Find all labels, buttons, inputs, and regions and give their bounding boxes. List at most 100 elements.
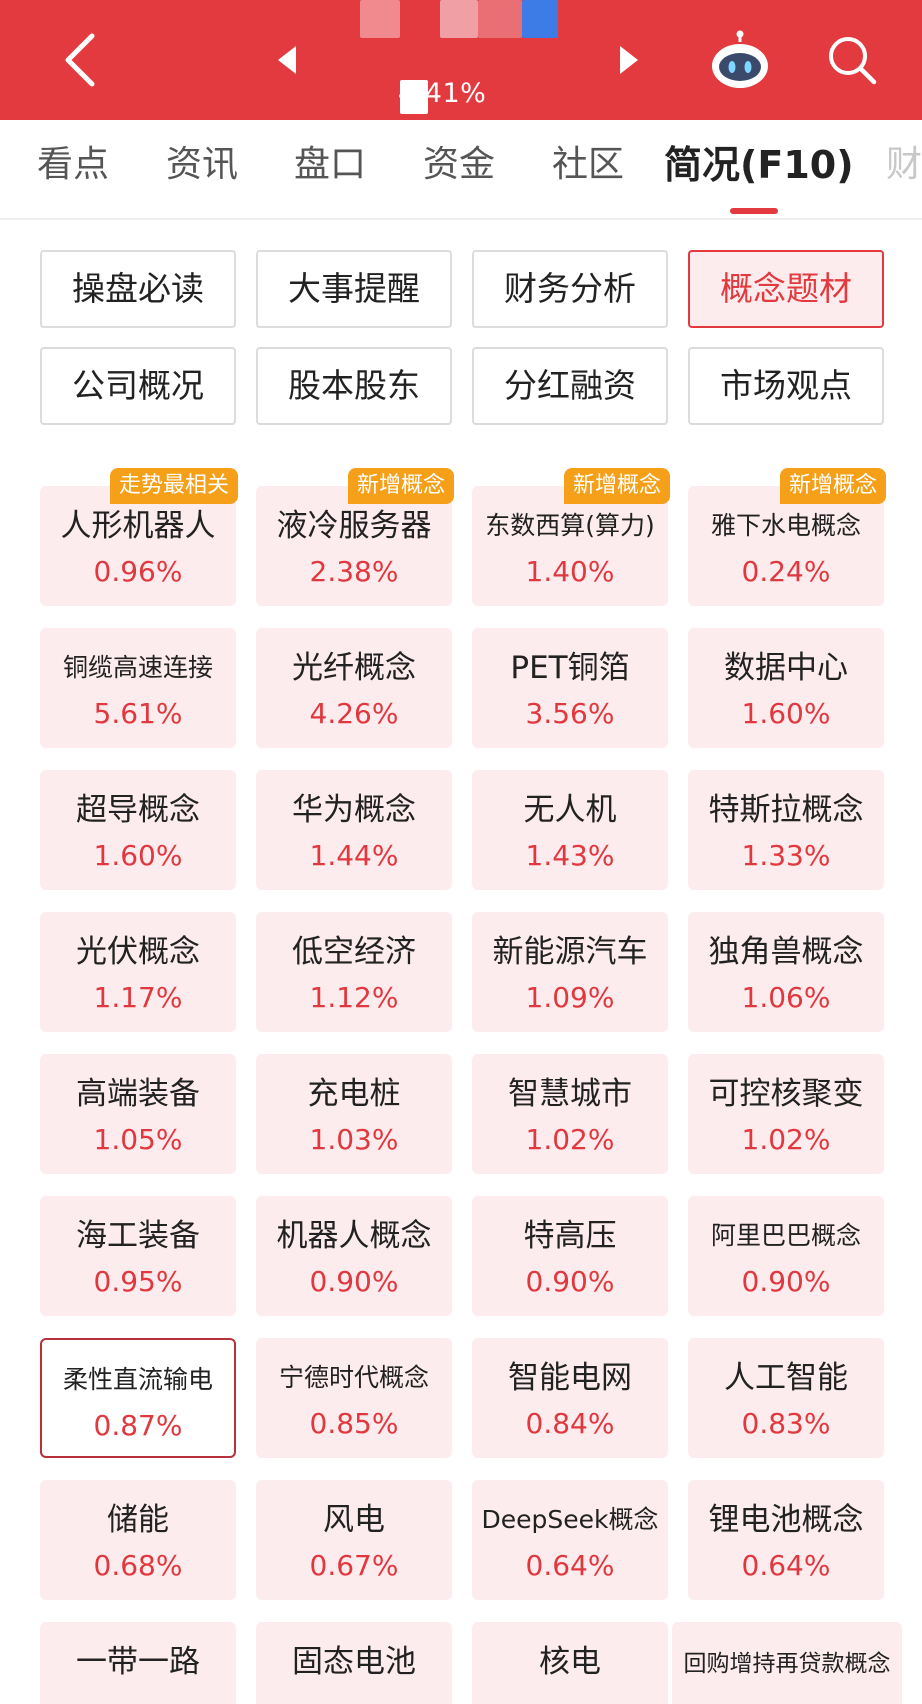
concept-change: 3.56% [525, 697, 615, 730]
concept-tile[interactable]: 新增概念 液冷服务器 2.38% [256, 468, 454, 606]
concept-change: 0.96% [93, 555, 183, 588]
concept-tile[interactable]: 新能源汽车 1.09% [472, 912, 668, 1032]
concept-name: 固态电池 [292, 1644, 416, 1680]
concept-tile[interactable]: 新增概念 雅下水电概念 0.24% [688, 468, 886, 606]
concept-tile[interactable]: 充电桩 1.03% [256, 1054, 452, 1174]
concept-tile[interactable]: 固态电池 [256, 1622, 452, 1704]
concept-name: 光伏概念 [76, 934, 200, 970]
subnav-concepts[interactable]: 概念题材 [688, 250, 884, 328]
subnav-financial-analysis[interactable]: 财务分析 [472, 250, 668, 328]
concept-tile-selected[interactable]: 柔性直流输电 0.87% [40, 1338, 236, 1458]
subnav-shareholders[interactable]: 股本股东 [256, 347, 452, 425]
concept-tile[interactable]: 阿里巴巴概念 0.90% [688, 1196, 884, 1316]
concept-name: 机器人概念 [276, 1218, 432, 1254]
concept-tile[interactable]: 智能电网 0.84% [472, 1338, 668, 1458]
concept-tile[interactable]: 储能 0.68% [40, 1480, 236, 1600]
concept-change: 1.05% [93, 1123, 183, 1156]
concept-tile[interactable]: PET铜箔 3.56% [472, 628, 668, 748]
subnav-must-read[interactable]: 操盘必读 [40, 250, 236, 328]
concept-name: 一带一路 [76, 1644, 200, 1680]
concept-badge: 新增概念 [347, 468, 454, 504]
concept-tile[interactable]: 高端装备 1.05% [40, 1054, 236, 1174]
concept-name: 液冷服务器 [276, 508, 432, 544]
tab-order-book[interactable]: 盘口 [294, 140, 366, 190]
concept-tile[interactable]: 新增概念 东数西算(算力) 1.40% [472, 468, 670, 606]
concept-name: 核电 [539, 1644, 601, 1680]
subnav-company-profile[interactable]: 公司概况 [40, 347, 236, 425]
concept-change: 0.90% [741, 1265, 831, 1298]
concept-tile[interactable]: 低空经济 1.12% [256, 912, 452, 1032]
prev-stock-icon[interactable] [270, 40, 306, 80]
tab-highlights[interactable]: 看点 [37, 140, 109, 190]
concept-name: 独角兽概念 [708, 934, 864, 970]
concept-tile[interactable]: 回购增持再贷款概念 [672, 1622, 902, 1704]
search-icon[interactable] [824, 32, 880, 88]
subnav-market-views[interactable]: 市场观点 [688, 347, 884, 425]
concept-tile[interactable]: 一带一路 [40, 1622, 236, 1704]
concept-name: 东数西算(算力) [485, 511, 655, 540]
concept-change: 1.03% [309, 1123, 399, 1156]
concept-tile[interactable]: 智慧城市 1.02% [472, 1054, 668, 1174]
concept-tile[interactable]: 铜缆高速连接 5.61% [40, 628, 236, 748]
tab-capital-flow[interactable]: 资金 [423, 140, 495, 190]
tab-finance-clipped[interactable]: 财 [886, 140, 922, 190]
robot-icon[interactable] [708, 28, 772, 92]
concept-change: 1.60% [741, 697, 831, 730]
tab-community[interactable]: 社区 [552, 140, 624, 190]
concept-name: 阿里巴巴概念 [710, 1221, 861, 1250]
concept-tile[interactable]: 华为概念 1.44% [256, 770, 452, 890]
concept-name: 智慧城市 [508, 1076, 632, 1112]
concept-tile[interactable]: 特斯拉概念 1.33% [688, 770, 884, 890]
concept-change: 0.85% [309, 1407, 399, 1440]
concept-change: 0.67% [309, 1549, 399, 1582]
concept-tile[interactable]: 数据中心 1.60% [688, 628, 884, 748]
concept-name: 华为概念 [292, 792, 416, 828]
concept-name: PET铜箔 [510, 650, 630, 686]
concept-name: 特高压 [523, 1218, 617, 1254]
concept-tile[interactable]: 机器人概念 0.90% [256, 1196, 452, 1316]
concept-tile[interactable]: 走势最相关 人形机器人 0.96% [40, 468, 238, 606]
concept-change: 1.40% [525, 555, 615, 588]
concept-change: 1.09% [525, 981, 615, 1014]
concept-name: 锂电池概念 [708, 1502, 864, 1538]
concept-tile[interactable]: 光伏概念 1.17% [40, 912, 236, 1032]
concept-name: 宁德时代概念 [278, 1363, 429, 1392]
concept-change: 0.90% [309, 1265, 399, 1298]
stock-f10-page: 4.41% 看点 资讯 盘口 资金 社区 简况(F10) 财 操盘必读 大事提醒… [0, 0, 922, 1704]
concept-tile[interactable]: 人工智能 0.83% [688, 1338, 884, 1458]
main-tabs: 看点 资讯 盘口 资金 社区 简况(F10) 财 [0, 120, 922, 220]
concept-change: 0.64% [741, 1549, 831, 1582]
concept-tile[interactable]: 锂电池概念 0.64% [688, 1480, 884, 1600]
concept-tile[interactable]: 超导概念 1.60% [40, 770, 236, 890]
concept-tile[interactable]: 风电 0.67% [256, 1480, 452, 1600]
concept-tile[interactable]: 核电 [472, 1622, 668, 1704]
tab-news[interactable]: 资讯 [166, 140, 238, 190]
concept-change: 5.61% [93, 697, 183, 730]
concept-change: 0.64% [525, 1549, 615, 1582]
concept-change: 1.12% [309, 981, 399, 1014]
concept-badge: 新增概念 [563, 468, 670, 504]
concept-change: 1.44% [309, 839, 399, 872]
concept-tile[interactable]: 海工装备 0.95% [40, 1196, 236, 1316]
concept-tile[interactable]: 独角兽概念 1.06% [688, 912, 884, 1032]
back-icon[interactable] [56, 28, 104, 92]
concept-tile[interactable]: 无人机 1.43% [472, 770, 668, 890]
concept-change: 1.02% [741, 1123, 831, 1156]
concept-change: 1.60% [93, 839, 183, 872]
tab-f10-overview[interactable]: 简况(F10) [664, 140, 854, 190]
concept-change: 0.84% [525, 1407, 615, 1440]
concept-change: 0.83% [741, 1407, 831, 1440]
active-tab-indicator [730, 208, 778, 214]
concept-tile[interactable]: 可控核聚变 1.02% [688, 1054, 884, 1174]
concept-tile[interactable]: 特高压 0.90% [472, 1196, 668, 1316]
next-stock-icon[interactable] [610, 40, 646, 80]
concept-name: 储能 [107, 1502, 169, 1538]
concept-tile[interactable]: 宁德时代概念 0.85% [256, 1338, 452, 1458]
concept-tile[interactable]: 光纤概念 4.26% [256, 628, 452, 748]
subnav-events[interactable]: 大事提醒 [256, 250, 452, 328]
subnav-dividends[interactable]: 分红融资 [472, 347, 668, 425]
concept-tile[interactable]: DeepSeek概念 0.64% [472, 1480, 668, 1600]
concept-name: 充电桩 [307, 1076, 401, 1112]
concept-change: 0.95% [93, 1265, 183, 1298]
price-change-percent: 4.41% [398, 78, 487, 109]
